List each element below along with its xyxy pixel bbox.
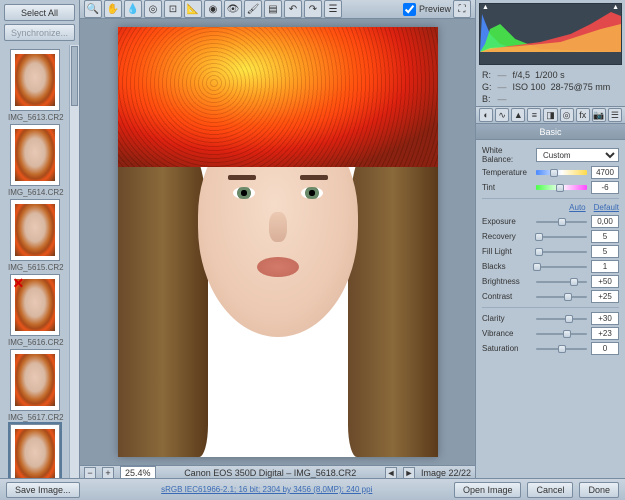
contrast-value[interactable]: +25 xyxy=(591,290,619,303)
brightness-value[interactable]: +50 xyxy=(591,275,619,288)
filmstrip-scrollbar[interactable] xyxy=(69,45,79,478)
preview-checkbox[interactable]: Preview xyxy=(403,3,451,16)
basic-section-header[interactable]: Basic xyxy=(476,124,625,140)
toolbar: 🔍 ✋ 💧 ◎ ⊡ 📐 ◉ 👁 🖌 ▤ ↶ ↷ ☰ Preview ⛶ xyxy=(80,0,475,19)
spot-removal-icon[interactable]: ◉ xyxy=(204,0,222,18)
synchronize-button: Synchronize... xyxy=(4,24,75,41)
fill-light-slider[interactable] xyxy=(536,246,587,258)
tab-detail-icon[interactable]: ▲ xyxy=(511,108,525,122)
redeye-tool-icon[interactable]: 👁 xyxy=(224,0,242,18)
vibrance-value[interactable]: +23 xyxy=(591,327,619,340)
status-bar: − + 25.4% Canon EOS 350D Digital – IMG_5… xyxy=(80,465,475,478)
clarity-label: Clarity xyxy=(482,314,532,323)
tint-label: Tint xyxy=(482,183,532,192)
fullscreen-icon[interactable]: ⛶ xyxy=(453,0,471,18)
temperature-slider[interactable] xyxy=(536,167,587,179)
thumbnail-item[interactable]: IMG_5613.CR2 xyxy=(8,49,61,122)
select-all-button[interactable]: Select All xyxy=(4,4,75,21)
tint-value[interactable]: -6 xyxy=(591,181,619,194)
tab-hsl-icon[interactable]: ≡ xyxy=(527,108,541,122)
brightness-label: Brightness xyxy=(482,277,532,286)
auto-link[interactable]: Auto xyxy=(569,203,585,212)
tint-slider[interactable] xyxy=(536,182,587,194)
histogram[interactable] xyxy=(479,3,622,65)
prev-image-icon[interactable]: ◄ xyxy=(385,467,397,478)
basic-controls: White Balance: Custom Temperature 4700 T… xyxy=(476,140,625,361)
preview-checkbox-input[interactable] xyxy=(403,3,416,16)
camera-file-info: Canon EOS 350D Digital – IMG_5618.CR2 xyxy=(162,468,379,478)
filmstrip-panel: Select All Synchronize... IMG_5613.CR2 I… xyxy=(0,0,80,478)
recovery-label: Recovery xyxy=(482,232,532,241)
zoom-in-icon[interactable]: + xyxy=(102,467,114,478)
tab-presets-icon[interactable]: ☰ xyxy=(608,108,622,122)
wb-label: White Balance: xyxy=(482,146,532,164)
prefs-icon[interactable]: ☰ xyxy=(324,0,342,18)
preview-area: 🔍 ✋ 💧 ◎ ⊡ 📐 ◉ 👁 🖌 ▤ ↶ ↷ ☰ Preview ⛶ xyxy=(80,0,475,478)
preview-label: Preview xyxy=(419,4,451,14)
contrast-slider[interactable] xyxy=(536,291,587,303)
vibrance-label: Vibrance xyxy=(482,329,532,338)
tab-calib-icon[interactable]: 📷 xyxy=(592,108,606,122)
fill-light-value[interactable]: 5 xyxy=(591,245,619,258)
thumbnail-item[interactable]: IMG_5618.CR2 xyxy=(8,424,61,478)
blacks-label: Blacks xyxy=(482,262,532,271)
exposure-value[interactable]: 0,00 xyxy=(591,215,619,228)
rotate-cw-icon[interactable]: ↷ xyxy=(304,0,322,18)
zoom-out-icon[interactable]: − xyxy=(84,467,96,478)
thumbnail-item[interactable]: IMG_5614.CR2 xyxy=(8,124,61,197)
open-image-button[interactable]: Open Image xyxy=(454,482,522,498)
panel-tab-strip: ◐ ∿ ▲ ≡ ◨ ◎ fx 📷 ☰ xyxy=(476,106,625,124)
color-sampler-icon[interactable]: ◎ xyxy=(144,0,162,18)
saturation-value[interactable]: 0 xyxy=(591,342,619,355)
graduated-filter-icon[interactable]: ▤ xyxy=(264,0,282,18)
image-counter: Image 22/22 xyxy=(421,468,471,478)
straighten-tool-icon[interactable]: 📐 xyxy=(184,0,202,18)
default-link[interactable]: Default xyxy=(594,203,619,212)
file-info-link[interactable]: sRGB IEC61966-2.1; 16 bit; 2304 by 3456 … xyxy=(86,485,448,494)
zoom-level[interactable]: 25.4% xyxy=(120,466,156,478)
exposure-label: Exposure xyxy=(482,217,532,226)
tab-curve-icon[interactable]: ∿ xyxy=(495,108,509,122)
blacks-slider[interactable] xyxy=(536,261,587,273)
clarity-slider[interactable] xyxy=(536,313,587,325)
thumbnail-item[interactable]: IMG_5616.CR2 xyxy=(8,274,61,347)
saturation-slider[interactable] xyxy=(536,343,587,355)
save-image-button[interactable]: Save Image... xyxy=(6,482,80,498)
white-balance-select[interactable]: Custom xyxy=(536,148,619,162)
exposure-slider[interactable] xyxy=(536,216,587,228)
thumbnail-list: IMG_5613.CR2 IMG_5614.CR2 IMG_5615.CR2 I… xyxy=(0,45,69,478)
vibrance-slider[interactable] xyxy=(536,328,587,340)
tab-basic-icon[interactable]: ◐ xyxy=(479,108,493,122)
photo-preview xyxy=(118,27,438,457)
clarity-value[interactable]: +30 xyxy=(591,312,619,325)
next-image-icon[interactable]: ► xyxy=(403,467,415,478)
thumbnail-item[interactable]: IMG_5617.CR2 xyxy=(8,349,61,422)
temperature-value[interactable]: 4700 xyxy=(591,166,619,179)
crop-tool-icon[interactable]: ⊡ xyxy=(164,0,182,18)
brightness-slider[interactable] xyxy=(536,276,587,288)
fill-light-label: Fill Light xyxy=(482,247,532,256)
cancel-button[interactable]: Cancel xyxy=(527,482,573,498)
tab-lens-icon[interactable]: ◎ xyxy=(560,108,574,122)
tab-split-icon[interactable]: ◨ xyxy=(543,108,557,122)
contrast-label: Contrast xyxy=(482,292,532,301)
adjustments-panel: R:—f/4,5 1/200 s G:—ISO 100 28-75@75 mm … xyxy=(475,0,625,478)
adjust-brush-icon[interactable]: 🖌 xyxy=(244,0,262,18)
rotate-ccw-icon[interactable]: ↶ xyxy=(284,0,302,18)
wb-picker-icon[interactable]: 💧 xyxy=(124,0,142,18)
hand-tool-icon[interactable]: ✋ xyxy=(104,0,122,18)
temperature-label: Temperature xyxy=(482,168,532,177)
saturation-label: Saturation xyxy=(482,344,532,353)
image-canvas[interactable] xyxy=(80,19,475,465)
recovery-value[interactable]: 5 xyxy=(591,230,619,243)
blacks-value[interactable]: 1 xyxy=(591,260,619,273)
recovery-slider[interactable] xyxy=(536,231,587,243)
tab-fx-icon[interactable]: fx xyxy=(576,108,590,122)
zoom-tool-icon[interactable]: 🔍 xyxy=(84,0,102,18)
footer-bar: Save Image... sRGB IEC61966-2.1; 16 bit;… xyxy=(0,478,625,500)
done-button[interactable]: Done xyxy=(579,482,619,498)
exif-readout: R:—f/4,5 1/200 s G:—ISO 100 28-75@75 mm … xyxy=(476,68,625,106)
thumbnail-item[interactable]: IMG_5615.CR2 xyxy=(8,199,61,272)
